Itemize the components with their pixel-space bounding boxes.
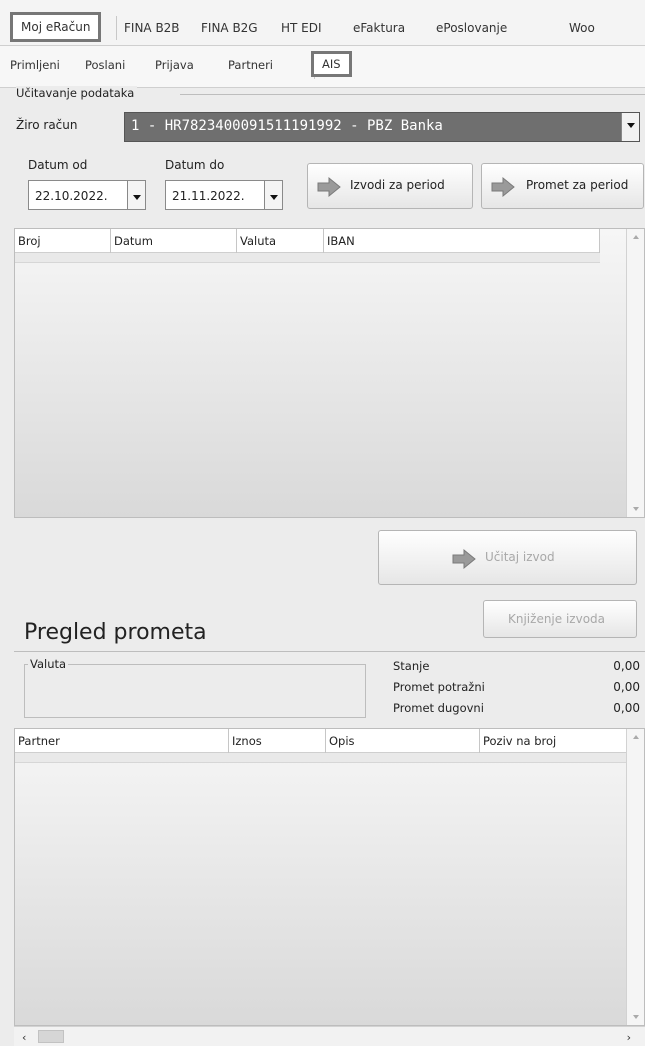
tab-moj-eracun[interactable]: Moj eRačun bbox=[10, 12, 102, 42]
column-header-iznos[interactable]: Iznos bbox=[229, 729, 326, 753]
statements-for-period-label: Izvodi za period bbox=[350, 178, 445, 192]
column-header-broj[interactable]: Broj bbox=[15, 229, 111, 253]
statements-for-period-button[interactable]: Izvodi za period bbox=[307, 163, 473, 209]
tab-prijava[interactable]: Prijava bbox=[155, 58, 194, 72]
load-statement-label: Učitaj izvod bbox=[485, 550, 555, 564]
turnover-for-period-button[interactable]: Promet za period bbox=[481, 163, 644, 209]
turnover-grid-header: Partner Iznos Opis Poziv na broj bbox=[15, 729, 627, 753]
tab-poslani[interactable]: Poslani bbox=[85, 58, 125, 72]
scroll-right-icon[interactable]: › bbox=[627, 1031, 631, 1044]
date-to-picker[interactable]: 21.11.2022. bbox=[165, 180, 283, 210]
date-to-label: Datum do bbox=[165, 158, 225, 172]
main-tab-bar: Moj eRačun FINA B2B FINA B2G HT EDI eFak… bbox=[0, 0, 645, 46]
date-to-value: 21.11.2022. bbox=[172, 189, 245, 203]
load-statement-button[interactable]: Učitaj izvod bbox=[378, 530, 637, 585]
date-from-value: 22.10.2022. bbox=[35, 189, 108, 203]
currency-group bbox=[24, 664, 366, 718]
account-combo[interactable]: 1 - HR7823400091511191992 - PBZ Banka bbox=[124, 112, 640, 142]
column-header-poziv-na-broj[interactable]: Poziv na broj bbox=[480, 729, 627, 753]
statements-grid[interactable]: Broj Datum Valuta IBAN bbox=[14, 228, 645, 518]
vertical-scrollbar[interactable] bbox=[626, 229, 644, 517]
tab-ais[interactable]: AIS bbox=[311, 51, 352, 77]
tab-fina-b2b[interactable]: FINA B2B bbox=[124, 13, 180, 43]
chevron-down-icon[interactable] bbox=[127, 181, 145, 209]
column-header-partner[interactable]: Partner bbox=[15, 729, 229, 753]
horizontal-scrollbar[interactable]: ‹ › bbox=[14, 1026, 645, 1046]
tab-partneri[interactable]: Partneri bbox=[228, 58, 273, 72]
date-from-label: Datum od bbox=[28, 158, 88, 172]
column-header-iban[interactable]: IBAN bbox=[324, 229, 600, 253]
statements-grid-header: Broj Datum Valuta IBAN bbox=[15, 229, 600, 253]
column-header-opis[interactable]: Opis bbox=[326, 729, 480, 753]
credit-turnover-label: Promet potražni bbox=[393, 680, 485, 694]
account-label: Žiro račun bbox=[16, 118, 78, 132]
column-header-datum[interactable]: Datum bbox=[111, 229, 237, 253]
tab-separator bbox=[116, 16, 117, 40]
arrow-right-icon bbox=[452, 548, 476, 570]
turnover-for-period-label: Promet za period bbox=[526, 178, 629, 192]
scroll-down-icon[interactable] bbox=[633, 507, 639, 511]
balance-value: 0,00 bbox=[613, 659, 640, 673]
sub-tab-bar: Primljeni Poslani Prijava Partneri AIS bbox=[0, 46, 645, 88]
tab-ht-edi[interactable]: HT EDI bbox=[281, 13, 322, 43]
title-divider bbox=[14, 651, 645, 652]
scroll-down-icon[interactable] bbox=[633, 1015, 639, 1019]
date-from-picker[interactable]: 22.10.2022. bbox=[28, 180, 146, 210]
scroll-thumb[interactable] bbox=[38, 1030, 64, 1043]
chevron-down-icon[interactable] bbox=[621, 113, 639, 141]
tab-woo[interactable]: Woo bbox=[569, 13, 595, 43]
book-statement-label: Knjiženje izvoda bbox=[508, 612, 606, 626]
group-divider bbox=[180, 94, 645, 95]
credit-turnover-value: 0,00 bbox=[613, 680, 640, 694]
scroll-left-icon[interactable]: ‹ bbox=[22, 1031, 26, 1044]
account-value: 1 - HR7823400091511191992 - PBZ Banka bbox=[131, 118, 443, 134]
column-header-valuta[interactable]: Valuta bbox=[237, 229, 324, 253]
tab-efaktura[interactable]: eFaktura bbox=[353, 13, 405, 43]
tab-fina-b2g[interactable]: FINA B2G bbox=[201, 13, 258, 43]
table-row bbox=[15, 253, 600, 263]
vertical-scrollbar[interactable] bbox=[626, 729, 644, 1025]
load-group-title: Učitavanje podataka bbox=[16, 86, 138, 100]
tab-primljeni[interactable]: Primljeni bbox=[10, 58, 60, 72]
debit-turnover-value: 0,00 bbox=[613, 701, 640, 715]
arrow-right-icon bbox=[317, 176, 341, 198]
chevron-down-icon[interactable] bbox=[264, 181, 282, 209]
scroll-up-icon[interactable] bbox=[633, 235, 639, 239]
debit-turnover-label: Promet dugovni bbox=[393, 701, 484, 715]
arrow-right-icon bbox=[491, 176, 515, 198]
scroll-up-icon[interactable] bbox=[633, 735, 639, 739]
currency-group-title: Valuta bbox=[28, 657, 69, 671]
balance-label: Stanje bbox=[393, 659, 430, 673]
book-statement-button[interactable]: Knjiženje izvoda bbox=[483, 600, 637, 638]
turnover-grid[interactable]: Partner Iznos Opis Poziv na broj bbox=[14, 728, 645, 1026]
table-row bbox=[15, 753, 627, 763]
turnover-title: Pregled prometa bbox=[24, 620, 207, 645]
tab-eposlovanje[interactable]: ePoslovanje bbox=[436, 13, 507, 43]
